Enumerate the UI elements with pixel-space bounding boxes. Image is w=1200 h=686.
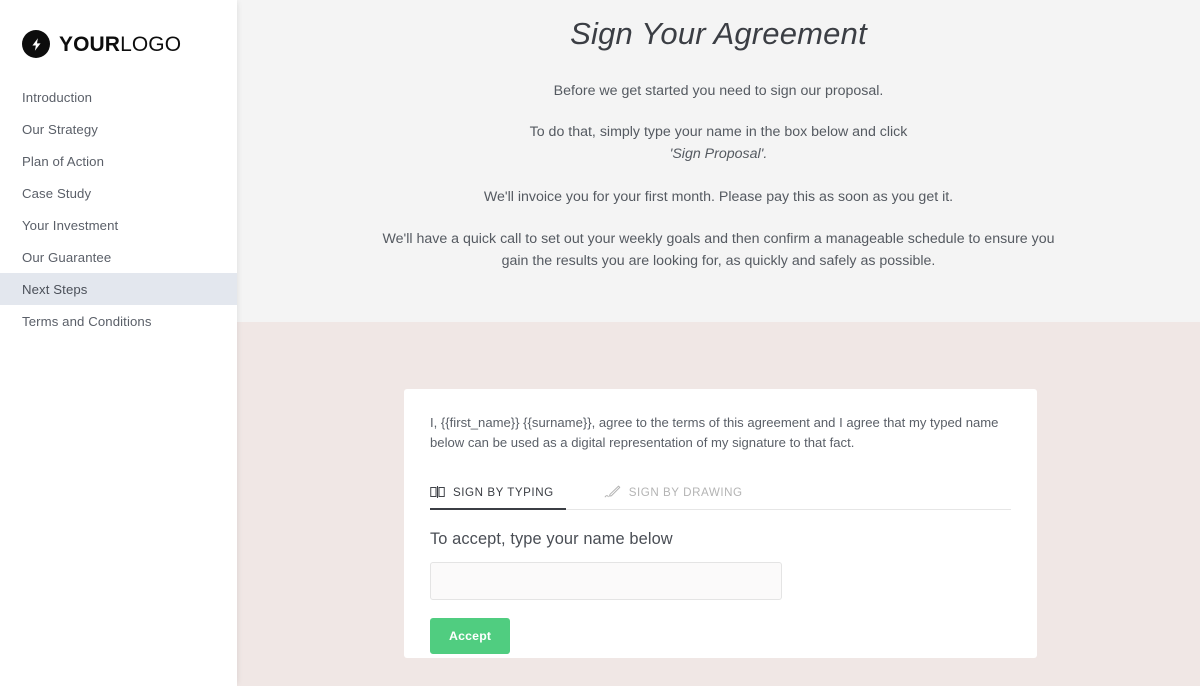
tab-sign-by-drawing[interactable]: SIGN BY DRAWING: [604, 476, 747, 509]
intro-paragraph-2: To do that, simply type your name in the…: [237, 121, 1200, 166]
tab-sign-by-typing[interactable]: SIGN BY TYPING: [430, 477, 566, 510]
sidebar-item-label: Introduction: [22, 89, 93, 105]
proposal-page: YOURLOGO Introduction Our Strategy Plan …: [0, 0, 1200, 686]
consent-text: I, {{first_name}} {{surname}}, agree to …: [430, 415, 999, 451]
page-title: Sign Your Agreement: [570, 16, 867, 51]
intro-section: Sign Your Agreement Before we get starte…: [237, 0, 1200, 273]
tab-label: SIGN BY DRAWING: [628, 485, 743, 499]
sidebar-item-introduction[interactable]: Introduction: [0, 81, 237, 113]
brand-name-strong: YOUR: [59, 32, 121, 56]
sidebar-item-label: Next Steps: [22, 281, 88, 297]
lightning-bolt-icon: [22, 30, 50, 58]
sidebar-item-plan-of-action[interactable]: Plan of Action: [0, 145, 237, 177]
signature-method-tabs: SIGN BY TYPING SIGN BY DRAWING: [430, 477, 1011, 510]
sidebar-nav: Introduction Our Strategy Plan of Action…: [0, 81, 237, 337]
main-content: Sign Your Agreement Before we get starte…: [237, 0, 1200, 686]
signature-name-input[interactable]: [430, 561, 782, 600]
sidebar-item-our-strategy[interactable]: Our Strategy: [0, 113, 237, 145]
pen-drawing-icon: [604, 485, 621, 499]
brand-logo[interactable]: YOURLOGO: [0, 0, 237, 62]
sidebar-item-next-steps[interactable]: Next Steps: [0, 273, 237, 305]
sidebar-item-label: Case Study: [22, 185, 92, 201]
sidebar-item-label: Your Investment: [22, 217, 119, 233]
sidebar: YOURLOGO Introduction Our Strategy Plan …: [0, 0, 237, 686]
sidebar-item-your-investment[interactable]: Your Investment: [0, 209, 237, 241]
sidebar-item-label: Plan of Action: [22, 153, 105, 169]
intro-paragraph-2-line-1: To do that, simply type your name in the…: [529, 123, 908, 140]
sidebar-item-terms-and-conditions[interactable]: Terms and Conditions: [0, 305, 237, 337]
keyboard-typing-icon: [430, 485, 445, 499]
intro-paragraph-4: We'll have a quick call to set out your …: [382, 231, 1055, 270]
signature-card: I, {{first_name}} {{surname}}, agree to …: [404, 389, 1037, 658]
sidebar-item-label: Our Strategy: [22, 121, 98, 137]
name-field-label: To accept, type your name below: [430, 529, 673, 548]
sidebar-item-label: Our Guarantee: [22, 249, 112, 265]
intro-paragraph-2-line-2: 'Sign Proposal'.: [669, 146, 768, 163]
brand-name: YOURLOGO: [59, 34, 181, 55]
tab-label: SIGN BY TYPING: [453, 485, 554, 499]
brand-name-light: LOGO: [120, 32, 182, 56]
intro-paragraph-3: We'll invoice you for your first month. …: [483, 188, 954, 205]
sidebar-item-label: Terms and Conditions: [22, 313, 152, 329]
sidebar-item-case-study[interactable]: Case Study: [0, 177, 237, 209]
accept-button[interactable]: Accept: [430, 617, 511, 654]
sidebar-item-our-guarantee[interactable]: Our Guarantee: [0, 241, 237, 273]
intro-paragraph-1: Before we get started you need to sign o…: [553, 83, 884, 100]
